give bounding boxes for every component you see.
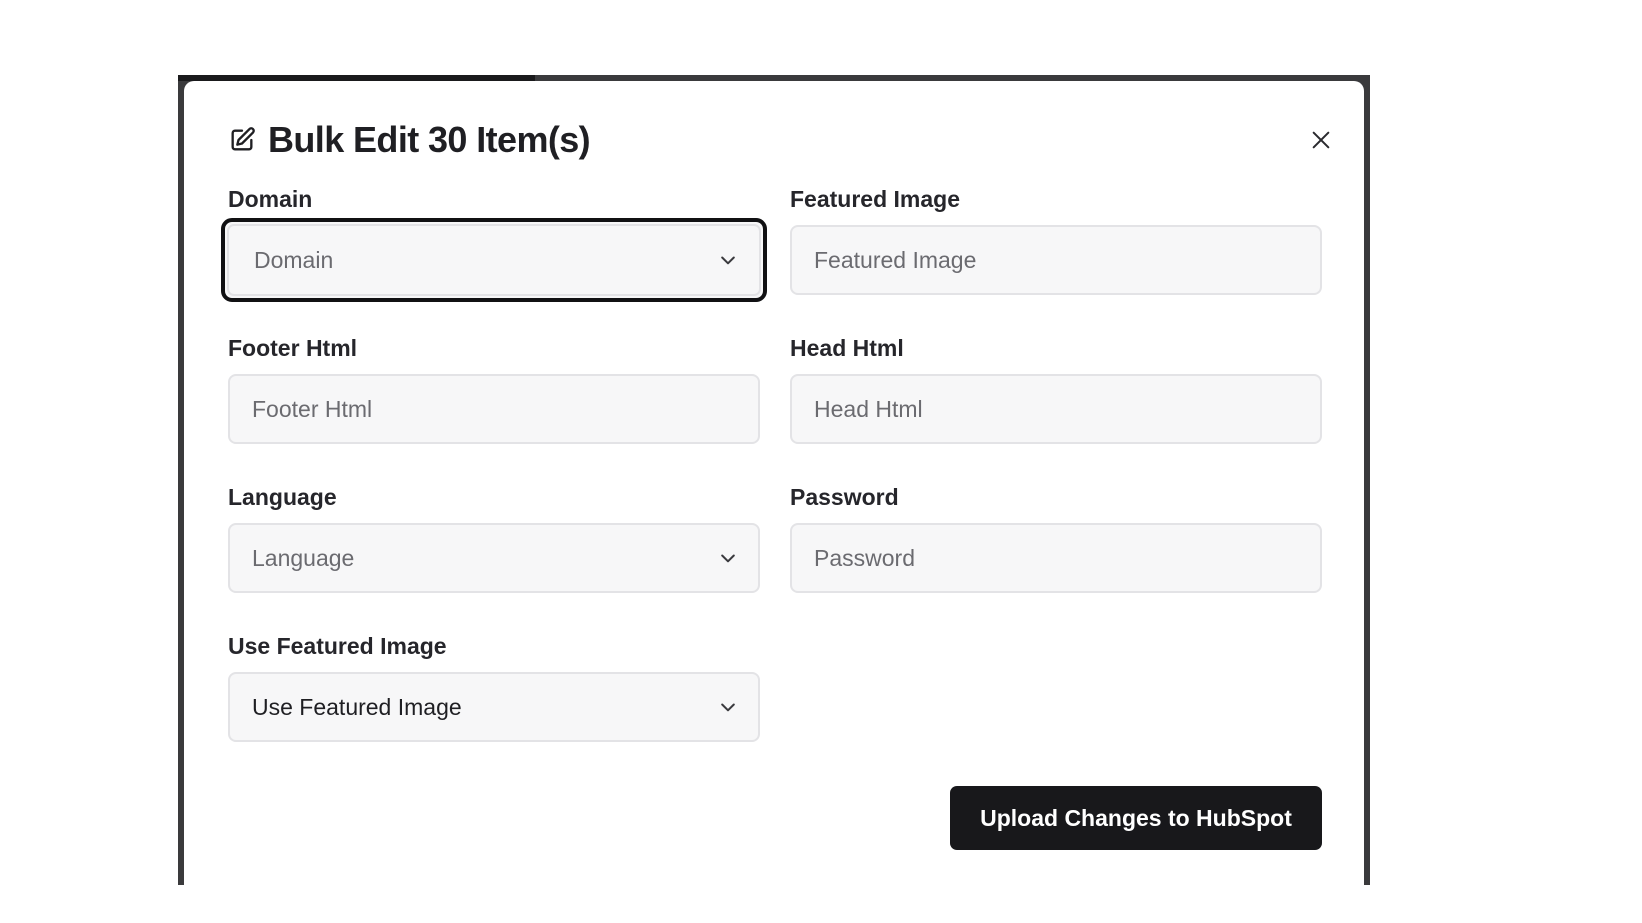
featured-image-label: Featured Image: [790, 186, 960, 212]
use-featured-image-select[interactable]: Use Featured Image: [228, 672, 760, 742]
use-featured-image-label: Use Featured Image: [228, 633, 447, 659]
head-html-label: Head Html: [790, 335, 904, 361]
page-bottom-area: [0, 885, 1642, 923]
featured-image-input[interactable]: [790, 225, 1322, 295]
upload-changes-button[interactable]: Upload Changes to HubSpot: [950, 786, 1322, 850]
domain-field: Domain Domain: [221, 184, 767, 302]
close-icon: [1312, 131, 1330, 149]
use-featured-image-select-value: Use Featured Image: [252, 693, 462, 720]
footer-html-input[interactable]: [228, 374, 760, 444]
chevron-down-icon: [718, 697, 738, 717]
domain-label: Domain: [228, 186, 313, 212]
password-label: Password: [790, 484, 899, 510]
language-label: Language: [228, 484, 337, 510]
domain-select[interactable]: Domain: [221, 218, 767, 302]
close-button[interactable]: [1306, 125, 1336, 155]
edit-icon: [228, 126, 256, 154]
chevron-down-icon: [718, 250, 738, 270]
dialog-header: Bulk Edit 30 Item(s): [228, 119, 591, 161]
language-field: Language Language: [228, 482, 760, 593]
footer-html-label: Footer Html: [228, 335, 358, 361]
language-select-value: Language: [252, 544, 355, 571]
language-select[interactable]: Language: [228, 523, 760, 593]
use-featured-image-field: Use Featured Image Use Featured Image: [228, 631, 760, 742]
footer-html-field: Footer Html: [228, 333, 760, 444]
dialog-title: Bulk Edit 30 Item(s): [268, 119, 591, 160]
chevron-down-icon: [718, 548, 738, 568]
head-html-field: Head Html: [790, 333, 1322, 444]
head-html-input[interactable]: [790, 374, 1322, 444]
featured-image-field: Featured Image: [790, 184, 1322, 295]
domain-select-value: Domain: [254, 246, 334, 273]
password-field: Password: [790, 482, 1322, 593]
bulk-edit-dialog: Bulk Edit 30 Item(s) Domain Domain Featu…: [184, 81, 1364, 901]
password-input[interactable]: [790, 523, 1322, 593]
